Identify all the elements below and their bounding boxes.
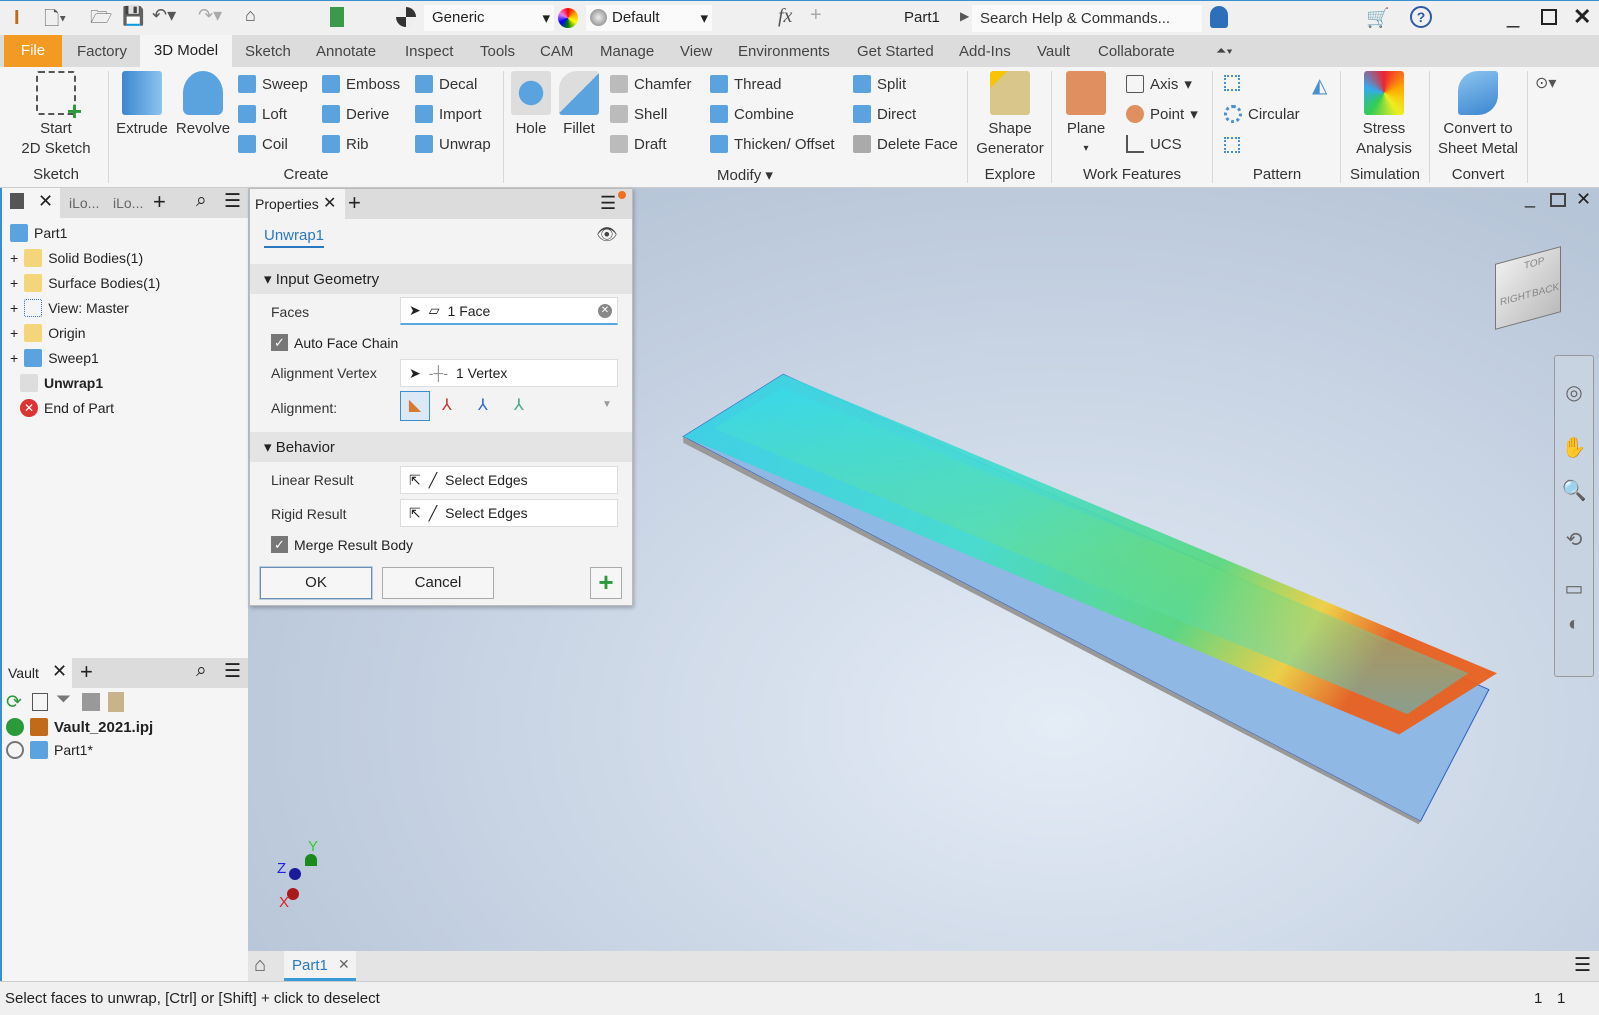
- select-cursor-icon: ➤: [409, 302, 421, 318]
- z-axis-label: Z: [277, 860, 287, 877]
- alignment-label: Alignment:: [271, 400, 338, 416]
- steering-wheel-icon[interactable]: ◎: [1555, 380, 1593, 405]
- faces-label: Faces: [271, 304, 310, 320]
- zoom-icon[interactable]: 🔍: [1555, 478, 1593, 503]
- document-tab-bar: ⌂ Part1 ✕ ☰: [248, 951, 1599, 981]
- pan-icon[interactable]: ✋: [1555, 435, 1593, 460]
- alignment-vertex-label: Alignment Vertex: [271, 365, 377, 381]
- y-axis-label: Y: [308, 838, 319, 855]
- vertex-icon: -┼-: [428, 365, 448, 381]
- look-at-icon[interactable]: ▭: [1555, 576, 1593, 601]
- viewcube-right[interactable]: RIGHT: [1500, 289, 1531, 308]
- section-behavior[interactable]: ▾ Behavior: [250, 432, 632, 462]
- viewport-close-icon[interactable]: ✕: [1576, 189, 1591, 210]
- add-tab-icon[interactable]: +: [348, 190, 361, 216]
- viewport-minimize-icon[interactable]: _: [1525, 188, 1535, 209]
- alignment-option-face[interactable]: ◣: [400, 391, 430, 421]
- tab-properties[interactable]: Properties: [255, 196, 319, 212]
- linear-result-label: Linear Result: [271, 472, 354, 488]
- axis-triad: Y Z X: [275, 838, 335, 911]
- orbit-icon[interactable]: ⟲: [1555, 527, 1593, 552]
- alignment-vertex-selector[interactable]: ➤ -┼- 1 Vertex: [400, 359, 618, 387]
- feature-name[interactable]: Unwrap1: [264, 227, 325, 248]
- merge-result-body-checkbox[interactable]: ✓ Merge Result Body: [271, 536, 413, 553]
- alignment-dropdown-icon[interactable]: ▼: [602, 399, 612, 410]
- stress-surface-band: [713, 387, 1469, 715]
- alignment-option-x-icon[interactable]: ⅄: [442, 395, 452, 415]
- label: Auto Face Chain: [294, 334, 399, 351]
- label: Merge Result Body: [294, 536, 414, 553]
- x-axis-label: X: [279, 894, 290, 911]
- viewcube-top[interactable]: TOP: [1524, 256, 1544, 272]
- notification-dot: [618, 191, 626, 199]
- rigid-result-value: Select Edges: [445, 505, 528, 521]
- rigid-result-label: Rigid Result: [271, 506, 347, 522]
- status-message: Select faces to unwrap, [Ctrl] or [Shift…: [5, 990, 380, 1007]
- select-cursor-icon: ➤: [409, 364, 421, 381]
- label: Part1: [292, 957, 328, 974]
- auto-face-chain-checkbox[interactable]: ✓ Auto Face Chain: [271, 334, 398, 351]
- label: Behavior: [275, 439, 335, 456]
- home-icon[interactable]: ⌂: [254, 954, 266, 977]
- status-count-1: 1: [1534, 990, 1543, 1007]
- alignment-vertex-value: 1 Vertex: [455, 365, 508, 381]
- close-icon[interactable]: ✕: [338, 956, 350, 973]
- select-cursor-icon: ⇱: [409, 504, 421, 521]
- apply-button[interactable]: +: [590, 567, 622, 599]
- alignment-option-y-icon[interactable]: ⅄: [478, 395, 488, 415]
- view-face-icon[interactable]: ◐: [1555, 613, 1593, 636]
- face-icon: ▱: [428, 302, 440, 318]
- ok-button[interactable]: OK: [260, 567, 372, 599]
- document-menu-icon[interactable]: ☰: [1574, 954, 1591, 977]
- alignment-option-z-icon[interactable]: ⅄: [514, 395, 524, 415]
- status-count-2: 1: [1557, 990, 1566, 1007]
- viewcube-back[interactable]: BACK: [1532, 282, 1559, 300]
- status-bar: Select faces to unwrap, [Ctrl] or [Shift…: [0, 981, 1599, 1015]
- checkbox-checked-icon: ✓: [271, 334, 288, 351]
- linear-result-value: Select Edges: [445, 472, 528, 488]
- navigation-bar: ◎ ✋ 🔍 ⟲ ▭ ◐: [1554, 355, 1594, 677]
- faces-selector[interactable]: ➤ ▱ 1 Face ✕: [400, 297, 618, 325]
- checkbox-checked-icon: ✓: [271, 536, 288, 553]
- rigid-result-selector[interactable]: ⇱ ╱ Select Edges: [400, 499, 618, 527]
- label: Input Geometry: [275, 271, 380, 288]
- select-cursor-icon: ⇱: [409, 471, 421, 488]
- viewport-restore-icon[interactable]: [1550, 193, 1566, 207]
- cancel-button[interactable]: Cancel: [382, 567, 494, 599]
- linear-result-selector[interactable]: ⇱ ╱ Select Edges: [400, 466, 618, 494]
- edge-icon: ╱: [428, 471, 438, 488]
- clear-selection-icon[interactable]: ✕: [598, 303, 612, 318]
- document-tab-part1[interactable]: Part1 ✕: [284, 951, 356, 981]
- model-view[interactable]: [0, 0, 1599, 1015]
- section-input-geometry[interactable]: ▾ Input Geometry: [250, 264, 632, 294]
- faces-value: 1 Face: [447, 302, 491, 319]
- visibility-eye-icon[interactable]: 👁: [596, 225, 618, 245]
- properties-panel: Properties ✕ + ☰ Unwrap1 👁 ▾ Input Geome…: [249, 188, 633, 606]
- close-icon[interactable]: ✕: [323, 193, 336, 213]
- panel-menu-icon[interactable]: ☰: [600, 193, 616, 214]
- edge-icon: ╱: [428, 504, 438, 521]
